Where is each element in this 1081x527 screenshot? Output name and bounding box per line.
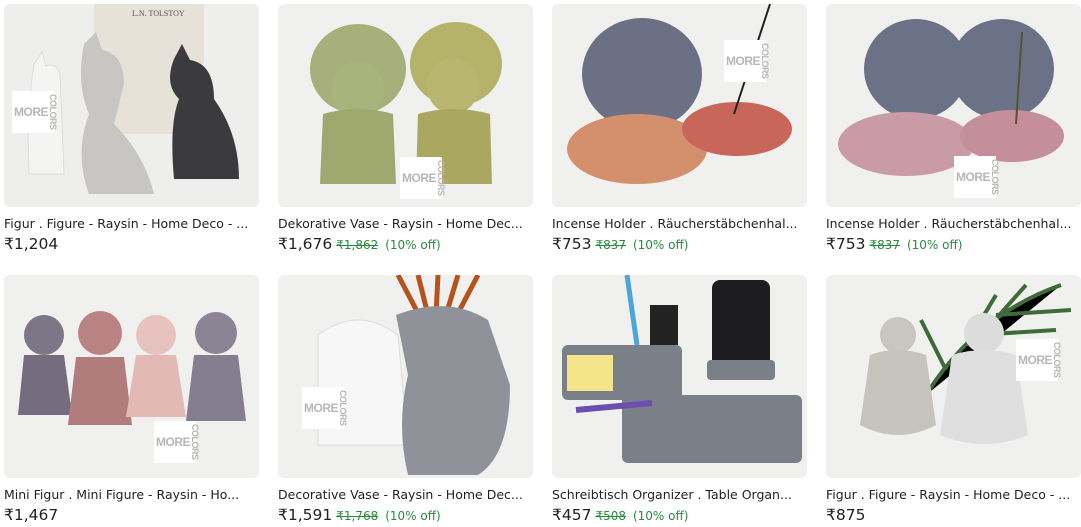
product-price: ₹753 bbox=[826, 235, 866, 253]
product-price: ₹1,467 bbox=[4, 506, 59, 524]
product-title[interactable]: Mini Figur . Mini Figure - Raysin - Ho..… bbox=[4, 487, 259, 503]
discount-label: (10% off) bbox=[385, 238, 441, 252]
more-colors-badge: MORE COLORS bbox=[954, 156, 1000, 198]
product-title[interactable]: Dekorative Vase - Raysin - Home Dec... bbox=[278, 216, 533, 232]
more-colors-badge: MORE COLORS bbox=[12, 91, 58, 133]
price-row: ₹1,467 bbox=[4, 505, 259, 525]
badge-more-text: MORE bbox=[956, 170, 991, 184]
badge-colors-text: COLORS bbox=[48, 94, 58, 130]
discount-label: (10% off) bbox=[906, 238, 963, 252]
badge-colors-text: COLORS bbox=[1052, 342, 1062, 378]
product-image-eye-incense-holders[interactable]: MORE COLORS bbox=[826, 4, 1081, 207]
product-card[interactable]: MORE COLORS Dekorative Vase - Raysin - H… bbox=[278, 4, 533, 255]
badge-colors-text: COLORS bbox=[990, 159, 1000, 195]
product-card[interactable]: L.N. TOLSTOY MORE COLORS Figur . Figure … bbox=[4, 4, 259, 254]
badge-more-text: MORE bbox=[726, 54, 761, 68]
product-price: ₹457 bbox=[552, 506, 592, 524]
product-price: ₹1,204 bbox=[4, 235, 59, 253]
product-title[interactable]: Incense Holder . Räucherstäbchenhal... bbox=[826, 216, 1081, 232]
product-card[interactable]: MORE COLORS Incense Holder . Räucherstäb… bbox=[826, 4, 1081, 255]
badge-colors-text: COLORS bbox=[338, 390, 348, 426]
original-price: ₹837 bbox=[869, 238, 900, 252]
product-price: ₹1,676 bbox=[278, 235, 333, 253]
product-price: ₹1,591 bbox=[278, 506, 333, 524]
price-row: ₹753 ₹837 (10% off) bbox=[826, 234, 1081, 255]
product-image-girl-vases[interactable]: MORE COLORS bbox=[278, 4, 533, 207]
badge-more-text: MORE bbox=[14, 105, 49, 119]
product-title[interactable]: Schreibtisch Organizer . Table Organ... bbox=[552, 487, 807, 503]
original-price: ₹508 bbox=[595, 509, 626, 523]
product-title[interactable]: Decorative Vase - Raysin - Home Dec... bbox=[278, 487, 533, 503]
product-title[interactable]: Incense Holder . Räucherstäbchenhal... bbox=[552, 216, 807, 232]
price-row: ₹753 ₹837 (10% off) bbox=[552, 234, 807, 255]
more-colors-badge: MORE COLORS bbox=[400, 157, 446, 199]
product-title[interactable]: Figur . Figure - Raysin - Home Deco - ..… bbox=[4, 216, 259, 232]
badge-more-text: MORE bbox=[304, 401, 339, 415]
price-row: ₹1,591 ₹1,768 (10% off) bbox=[278, 505, 533, 526]
badge-more-text: MORE bbox=[156, 435, 191, 449]
badge-colors-text: COLORS bbox=[190, 424, 200, 460]
product-image-bust-vases[interactable]: MORE COLORS bbox=[278, 275, 533, 478]
product-grid: L.N. TOLSTOY MORE COLORS Figur . Figure … bbox=[0, 0, 1081, 527]
product-price: ₹753 bbox=[552, 235, 592, 253]
product-card[interactable]: MORE COLORS Mini Figur . Mini Figure - R… bbox=[4, 275, 259, 525]
badge-colors-text: COLORS bbox=[760, 43, 770, 79]
product-image-desk-organizer[interactable] bbox=[552, 275, 807, 478]
price-row: ₹1,204 bbox=[4, 234, 259, 254]
original-price: ₹1,862 bbox=[336, 238, 379, 252]
price-row: ₹457 ₹508 (10% off) bbox=[552, 505, 807, 526]
original-price: ₹1,768 bbox=[336, 509, 379, 523]
discount-label: (10% off) bbox=[385, 509, 441, 523]
discount-label: (10% off) bbox=[632, 238, 689, 252]
badge-more-text: MORE bbox=[1018, 353, 1053, 367]
more-colors-badge: MORE COLORS bbox=[302, 387, 348, 429]
more-colors-badge: MORE COLORS bbox=[1016, 339, 1062, 381]
more-colors-badge: MORE COLORS bbox=[724, 40, 770, 82]
product-card[interactable]: MORE COLORS Decorative Vase - Raysin - H… bbox=[278, 275, 533, 526]
product-image-cat-figures[interactable]: L.N. TOLSTOY MORE COLORS bbox=[4, 4, 259, 207]
badge-colors-text: COLORS bbox=[436, 160, 446, 196]
product-image-mini-figures[interactable]: MORE COLORS bbox=[4, 275, 259, 478]
book-title-text: L.N. TOLSTOY bbox=[132, 9, 185, 18]
product-image-incense-holders[interactable]: MORE COLORS bbox=[552, 4, 807, 207]
original-price: ₹837 bbox=[595, 238, 626, 252]
product-price: ₹875 bbox=[826, 506, 866, 524]
more-colors-badge: MORE COLORS bbox=[154, 421, 200, 463]
price-row: ₹875 bbox=[826, 505, 1081, 525]
product-card[interactable]: MORE COLORS Incense Holder . Räucherstäb… bbox=[552, 4, 807, 255]
badge-more-text: MORE bbox=[402, 171, 437, 185]
product-card[interactable]: Schreibtisch Organizer . Table Organ... … bbox=[552, 275, 807, 526]
product-image-buddha-figures[interactable]: MORE COLORS bbox=[826, 275, 1081, 478]
product-card[interactable]: MORE COLORS Figur . Figure - Raysin - Ho… bbox=[826, 275, 1081, 525]
price-row: ₹1,676 ₹1,862 (10% off) bbox=[278, 234, 533, 255]
discount-label: (10% off) bbox=[632, 509, 689, 523]
product-title[interactable]: Figur . Figure - Raysin - Home Deco - ..… bbox=[826, 487, 1081, 503]
